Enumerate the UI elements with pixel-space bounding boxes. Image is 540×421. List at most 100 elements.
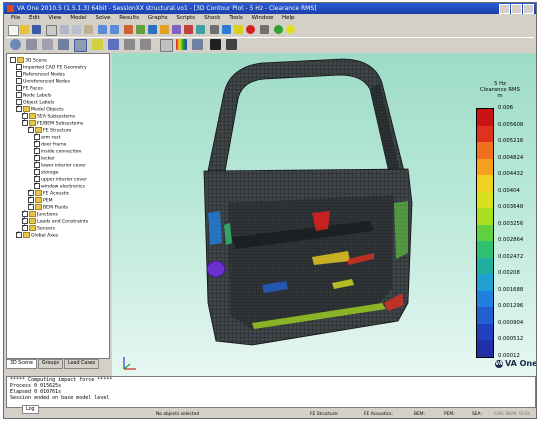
contour-icon[interactable] (176, 39, 187, 50)
tree-item[interactable]: 3D Scene (10, 57, 47, 64)
checkbox[interactable] (16, 78, 22, 84)
menu-graphs[interactable]: Graphs (148, 15, 168, 21)
3d-viewport[interactable]: 5 Hz Clearance RMS m 0.006 0.005608 0.0052… (112, 53, 536, 376)
tree-item[interactable]: SEA Subsystems (22, 111, 75, 120)
menu-help[interactable]: Help (282, 15, 295, 21)
help-icon[interactable] (286, 25, 295, 34)
copy-icon[interactable] (72, 25, 81, 34)
tree-item[interactable]: lower interior cover (34, 160, 86, 169)
undo-icon[interactable] (98, 25, 107, 34)
tree-item[interactable]: FE Acoustic (28, 188, 69, 197)
load-icon[interactable] (172, 25, 181, 34)
side-view-icon[interactable] (124, 39, 135, 50)
zoom-icon[interactable] (42, 39, 53, 50)
cut-icon[interactable] (60, 25, 69, 34)
checkbox[interactable] (16, 71, 22, 77)
window-frame (207, 58, 405, 178)
pan-icon[interactable] (26, 39, 37, 50)
front-view-icon[interactable] (108, 39, 119, 50)
menu-results[interactable]: Results (119, 15, 139, 21)
mesh-icon[interactable] (210, 25, 219, 34)
graph-icon[interactable] (260, 25, 269, 34)
checkbox[interactable] (16, 92, 22, 98)
tree-item[interactable]: Loads and Constraints (22, 216, 88, 225)
legend-color-cell (477, 109, 493, 127)
tree-item[interactable]: Sensors (22, 223, 55, 232)
rotate-icon[interactable] (10, 39, 21, 50)
open-folder-icon[interactable] (20, 25, 29, 34)
legend-color-cell (477, 191, 493, 209)
legend-color-cell (477, 224, 493, 242)
tab-groups[interactable]: Groups (37, 359, 64, 369)
tree-item[interactable]: Referenced Nodes (16, 71, 65, 78)
junction-icon[interactable] (160, 25, 169, 34)
menu-solve[interactable]: Solve (95, 15, 110, 21)
checkbox[interactable] (10, 57, 16, 63)
checkbox[interactable] (16, 85, 22, 91)
tree-item[interactable]: Junctions (22, 209, 58, 218)
results-icon[interactable] (234, 25, 243, 34)
paste-icon[interactable] (84, 25, 93, 34)
beam-icon[interactable] (136, 25, 145, 34)
menu-shock[interactable]: Shock (204, 15, 221, 21)
zoom-window-icon[interactable] (58, 39, 69, 50)
status-keys: CAR, NUM, SCRL (494, 412, 531, 417)
legend-color-cell (477, 340, 493, 358)
new-file-icon[interactable] (8, 25, 19, 36)
menu-edit[interactable]: Edit (29, 15, 40, 21)
next-frame-icon[interactable] (226, 39, 237, 50)
status-selection: No objects selected (156, 412, 200, 417)
checkbox[interactable] (16, 230, 22, 238)
top-view-icon[interactable] (140, 39, 151, 50)
app-icon (7, 5, 14, 12)
solve-icon[interactable] (222, 25, 231, 34)
redo-icon[interactable] (110, 25, 119, 34)
menu-scripts[interactable]: Scripts (176, 15, 195, 21)
tree-item[interactable]: Object Labels (16, 99, 54, 106)
tree-item[interactable]: Node Labels (16, 92, 51, 99)
select-icon[interactable] (74, 39, 87, 52)
constraint-icon[interactable] (184, 25, 193, 34)
legend-tick-label: 0.002472 (498, 253, 524, 260)
axes-triad-icon (123, 357, 136, 370)
legend-tick-label: 0.000904 (498, 319, 524, 326)
cavity-icon[interactable] (148, 25, 157, 34)
wireframe-icon[interactable] (160, 39, 173, 52)
menu-model[interactable]: Model (70, 15, 87, 21)
contour-patch (394, 201, 408, 259)
menu-window[interactable]: Window (252, 15, 274, 21)
tree-item[interactable]: upper interior cover (34, 174, 87, 183)
tree-item[interactable]: FE Faces (16, 85, 43, 92)
maximize-button[interactable] (511, 4, 522, 14)
checkbox[interactable] (28, 202, 34, 210)
hide-icon[interactable] (192, 39, 203, 50)
save-icon[interactable] (32, 25, 41, 34)
menu-file[interactable]: File (11, 15, 20, 21)
checkbox[interactable] (22, 223, 28, 231)
plate-icon[interactable] (124, 25, 133, 34)
door-model (203, 58, 413, 346)
stop-icon[interactable] (246, 25, 255, 34)
tree-item[interactable]: Imported CAD FE Geometry (16, 64, 87, 71)
play-icon[interactable] (210, 39, 221, 50)
close-button[interactable] (523, 4, 534, 14)
legend-color-cell (477, 208, 493, 226)
tree-item[interactable]: door frame (34, 139, 67, 148)
tree-item[interactable]: BEM Fluids (28, 202, 68, 211)
checkbox[interactable] (16, 64, 22, 70)
tree-item[interactable]: inside connection (34, 146, 81, 155)
menu-tools[interactable]: Tools (229, 15, 243, 21)
tab-3d-scene[interactable]: 3D Scene (6, 359, 37, 369)
iso-view-icon[interactable] (92, 39, 103, 50)
tree-item[interactable]: Unreferenced Nodes (16, 78, 70, 85)
run-icon[interactable] (274, 25, 283, 34)
folder-icon (35, 204, 42, 210)
checkbox[interactable] (34, 181, 40, 189)
print-icon[interactable] (46, 25, 57, 36)
tree-item[interactable]: Global Axes (16, 230, 58, 239)
tab-load-cases[interactable]: Load Cases (64, 359, 100, 369)
menu-view[interactable]: View (48, 15, 61, 21)
tree-item[interactable]: window electronics (34, 181, 85, 190)
minimize-button[interactable] (499, 4, 510, 14)
sensor-icon[interactable] (196, 25, 205, 34)
